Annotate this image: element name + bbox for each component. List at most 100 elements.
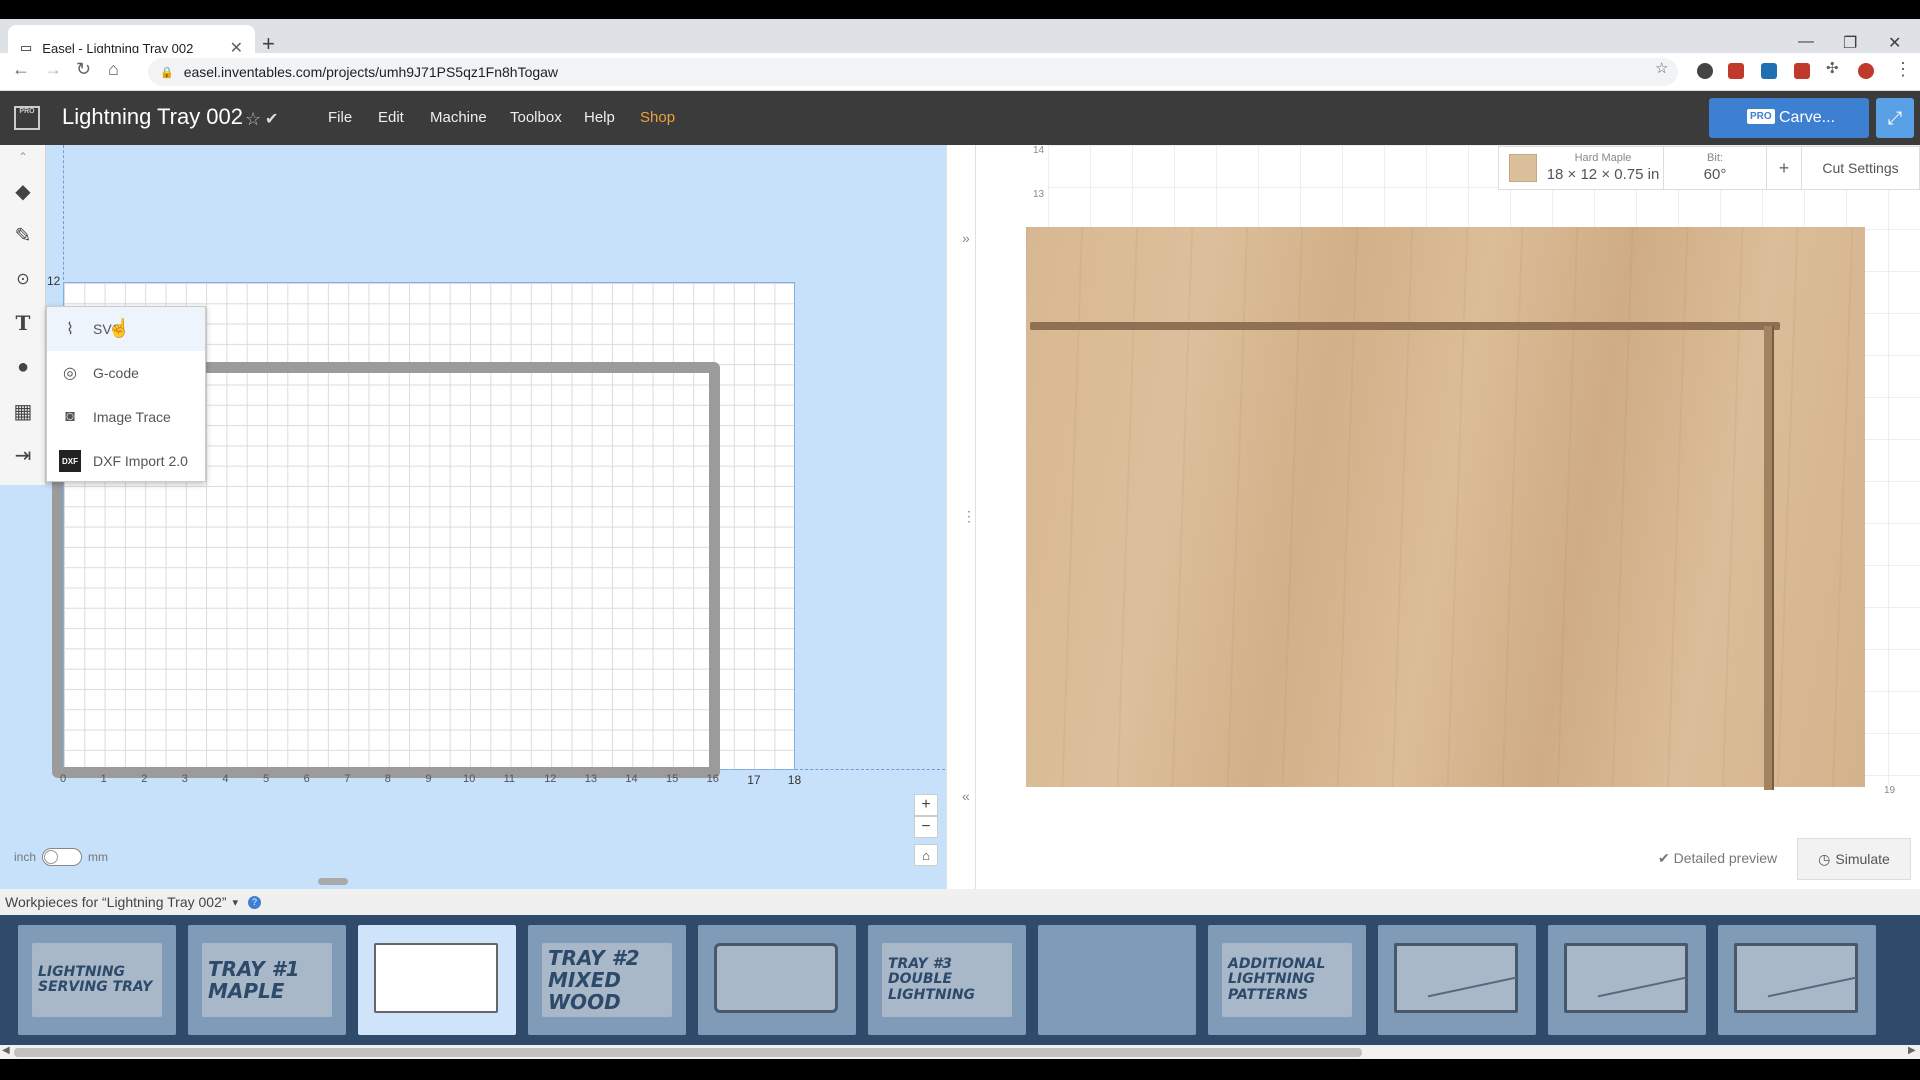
unit-mm-label: mm [88,850,109,864]
bit-selector[interactable]: Bit: 60° [1664,152,1766,183]
workpiece-card[interactable]: ADDITIONAL LIGHTNING PATTERNS [1208,925,1366,1035]
dxf-import-item[interactable]: DXF DXF Import 2.0 [47,439,205,483]
carve-button[interactable]: PRO Carve... [1709,98,1869,138]
scroll-right-icon[interactable]: ▶ [1908,1045,1916,1056]
material-dimensions: 18 × 12 × 0.75 in [1546,165,1660,183]
menu-shop[interactable]: Shop [640,109,675,126]
workpiece-card[interactable]: LIGHTNING SERVING TRAY [18,925,176,1035]
close-window-icon[interactable]: ✕ [1888,33,1901,53]
menu-file[interactable]: File [328,109,352,126]
bit-value: 60° [1703,165,1727,183]
text-icon[interactable]: T [0,301,46,345]
workpiece-thumbnail [1394,943,1518,1013]
dropdown-chevron-icon[interactable]: ▾ [233,896,239,909]
workpiece-title: LIGHTNING SERVING TRAY [38,963,153,995]
expand-icon[interactable]: ⤢ [1876,98,1914,138]
minimize-icon[interactable]: — [1798,33,1814,51]
extension-news-icon[interactable] [1794,63,1810,79]
workpiece-card[interactable] [1548,925,1706,1035]
expand-right-icon[interactable]: » [962,230,970,246]
restore-icon[interactable]: ❐ [1843,33,1857,53]
x-tick-label: 6 [303,773,310,785]
home-view-button[interactable]: ⌂ [914,844,938,866]
workpiece-card[interactable] [698,925,856,1035]
hand-cursor-icon: ☝ [108,318,131,338]
extensions-puzzle-icon[interactable]: ✣ [1826,59,1839,77]
x-tick-label: 18 [787,773,802,787]
app-header: PRO Lightning Tray 002 ☆ ✔ File Edit Mac… [0,91,1920,145]
bookmark-star-icon[interactable]: ☆ [1655,59,1668,77]
extension-circle-icon[interactable] [1697,63,1713,79]
detailed-preview-toggle[interactable]: ✔ Detailed preview [1658,850,1777,867]
x-tick-label: 12 [544,773,557,785]
unit-switch[interactable] [42,848,83,866]
home-icon[interactable]: ⌂ [108,59,119,80]
canvas-guide-vertical [63,145,64,285]
workpiece-card[interactable]: TRAY #3 DOUBLE LIGHTNING [868,925,1026,1035]
workpieces-header[interactable]: Workpieces for “Lightning Tray 002” ▾ ? [0,889,1920,915]
menu-edit[interactable]: Edit [378,109,404,126]
zoom-out-button[interactable]: − [914,816,938,838]
x-tick-label: 15 [666,773,679,785]
x-tick-label: 1 [100,773,107,785]
canvas-horizontal-scroll[interactable] [318,878,348,885]
shapes-icon[interactable]: ◆ [0,169,46,213]
import-icon[interactable]: ⇥ [0,433,46,477]
forward-icon[interactable]: → [44,59,62,80]
3d-models-icon[interactable]: ▦ [0,389,46,433]
project-title[interactable]: Lightning Tray 002 [62,104,243,130]
apps-apple-icon[interactable]: ● [0,345,46,389]
favorite-star-icon[interactable]: ☆ [245,109,261,130]
image-trace-label: Image Trace [93,409,171,425]
menu-machine[interactable]: Machine [430,109,487,126]
expand-left-icon[interactable]: « [962,788,970,804]
cut-settings-button[interactable]: Cut Settings [1802,160,1919,176]
easel-pro-logo[interactable]: PRO [14,106,40,130]
lightning-pattern [1767,976,1857,998]
extension-trello-icon[interactable] [1761,63,1777,79]
lock-icon: 🔒 [160,66,174,79]
point-icon[interactable]: ⊙ [0,257,46,301]
workpieces-scroll-thumb[interactable] [14,1048,1362,1057]
add-bit-button[interactable]: + [1767,158,1801,179]
pro-badge: PRO [1747,109,1775,124]
lightning-pattern [1597,976,1687,998]
back-icon[interactable]: ← [12,59,30,80]
wood-grain-texture [1026,227,1865,787]
menu-toolbox[interactable]: Toolbox [510,109,562,126]
x-tick-label: 5 [263,773,270,785]
reload-icon[interactable]: ↻ [76,59,91,80]
menu-help[interactable]: Help [584,109,615,126]
material-name: Hard Maple [1574,152,1632,165]
workpiece-thumbnail: TRAY #3 DOUBLE LIGHTNING [882,943,1012,1017]
simulate-button[interactable]: ◷ Simulate [1797,838,1911,880]
collapse-toolbar-icon[interactable]: ⌃ [0,145,46,169]
drag-handle-icon[interactable]: ⋮ [962,508,976,525]
workpiece-card[interactable] [1378,925,1536,1035]
workpiece-card[interactable] [358,925,516,1035]
workpiece-card[interactable]: TRAY #2 MIXED WOOD [528,925,686,1035]
carve-label: Carve... [1779,109,1836,126]
help-icon[interactable]: ? [248,895,262,909]
image-trace-item[interactable]: ◙ Image Trace [47,395,205,439]
material-selector[interactable]: Hard Maple 18 × 12 × 0.75 in [1543,152,1663,183]
workpiece-card[interactable] [1718,925,1876,1035]
zoom-in-button[interactable]: + [914,794,938,816]
y-axis-label: 12 [47,274,61,288]
import-gcode-item[interactable]: ◎ G-code [47,351,205,395]
x-tick-label: 3 [181,773,188,785]
x-tick-label: 4 [222,773,229,785]
x-tick-label: 8 [384,773,391,785]
extension-pdf-icon[interactable] [1728,63,1744,79]
profile-icon[interactable] [1858,63,1874,79]
material-swatch[interactable] [1509,154,1537,182]
workpiece-card[interactable]: TRAY #1 MAPLE [188,925,346,1035]
pen-icon[interactable]: ✎ [0,213,46,257]
scroll-left-icon[interactable]: ◀ [2,1045,10,1056]
unit-toggle[interactable]: inch mm [14,848,108,866]
preview-y-tick-14: 14 [1033,145,1045,156]
workpiece-card[interactable] [1038,925,1196,1035]
browser-menu-icon[interactable]: ⋮ [1894,59,1912,80]
url-field[interactable]: 🔒 easel.inventables.com/projects/umh9J71… [148,58,1678,86]
saved-check-icon: ✔ [265,111,279,128]
